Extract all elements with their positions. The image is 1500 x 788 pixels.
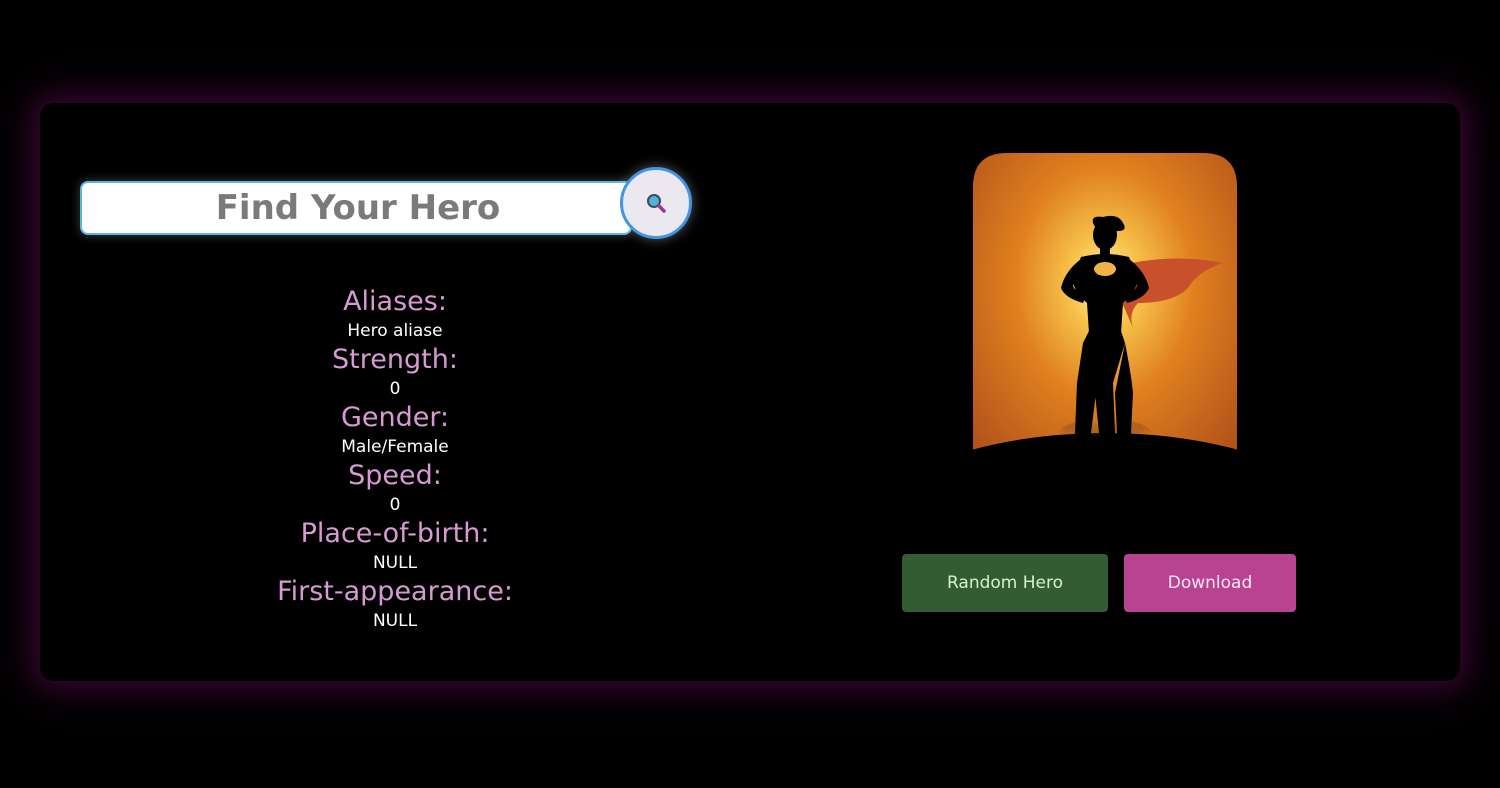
- speed-value: 0: [389, 495, 401, 515]
- strength-value: 0: [389, 379, 401, 399]
- strength-label: Strength:: [332, 344, 458, 375]
- search-button[interactable]: [620, 167, 692, 239]
- random-hero-button[interactable]: Random Hero: [902, 554, 1108, 612]
- gender-value: Male/Female: [341, 437, 449, 457]
- aliases-label: Aliases:: [343, 286, 447, 317]
- superhero-silhouette-icon: [973, 153, 1237, 497]
- first-appearance-value: NULL: [372, 611, 418, 631]
- hero-info-list: Aliases: Hero aliase Strength: 0 Gender:…: [195, 286, 595, 634]
- search-input[interactable]: [80, 181, 632, 235]
- gender-label: Gender:: [340, 402, 450, 433]
- first-appearance-label: First-appearance:: [277, 576, 513, 607]
- search-bar: [80, 167, 692, 245]
- aliases-value: Hero aliase: [347, 321, 443, 341]
- speed-label: Speed:: [348, 460, 442, 491]
- magnifier-icon: [647, 194, 666, 213]
- download-button[interactable]: Download: [1124, 554, 1296, 612]
- hero-image: [973, 153, 1237, 497]
- place-of-birth-value: NULL: [372, 553, 418, 573]
- place-of-birth-label: Place-of-birth:: [300, 518, 490, 549]
